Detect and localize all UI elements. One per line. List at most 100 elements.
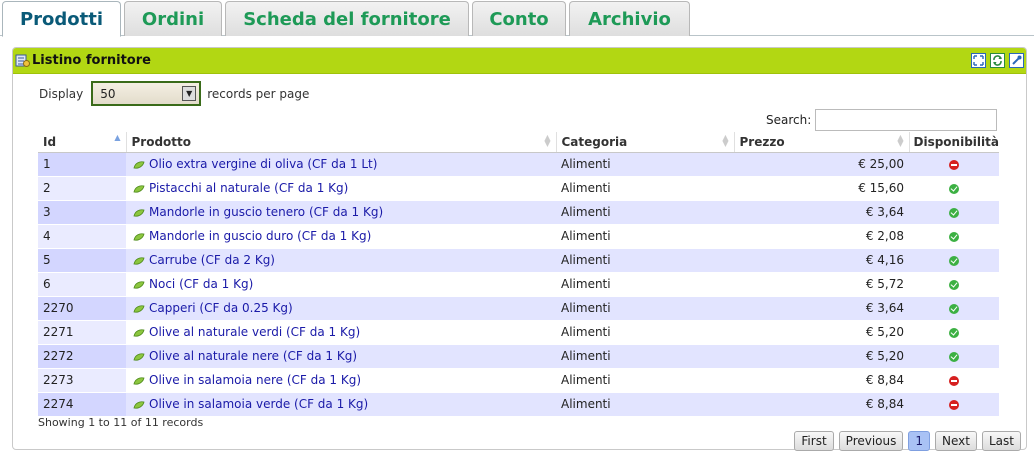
tab-scheda-fornitore[interactable]: Scheda del fornitore: [225, 1, 469, 36]
cell-price: € 4,16: [734, 248, 909, 273]
available-icon: [949, 279, 959, 290]
cell-product: Pistacchi al naturale (CF da 1 Kg): [126, 176, 556, 201]
cell-id: 6: [38, 272, 126, 297]
search-control: Search:: [766, 109, 998, 131]
cell-id: 2270: [38, 296, 126, 321]
product-link[interactable]: Olive al naturale nere (CF da 1 Kg): [149, 349, 357, 363]
column-header-disponibilita[interactable]: Disponibilità: [909, 132, 999, 153]
cell-category: Alimenti: [556, 344, 734, 369]
records-per-page-label: records per page: [207, 86, 310, 101]
cell-availability: [909, 392, 999, 417]
product-link[interactable]: Capperi (CF da 0.25 Kg): [149, 301, 293, 315]
available-icon: [949, 183, 959, 194]
display-label: Display: [39, 86, 84, 101]
cell-id: 4: [38, 224, 126, 249]
search-input[interactable]: [815, 109, 998, 131]
cell-id: 2272: [38, 344, 126, 369]
next-page-button[interactable]: Next: [935, 431, 977, 451]
search-label: Search:: [766, 113, 812, 127]
cell-price: € 8,84: [734, 392, 909, 417]
product-table: Id ▲ Prodotto ▲ ▼ Categoria ▲ ▼ Prezzo ▲ ▼ …: [38, 132, 999, 417]
product-link[interactable]: Carrube (CF da 2 Kg): [149, 253, 275, 267]
product-link[interactable]: Olive in salamoia verde (CF da 1 Kg): [149, 397, 368, 411]
available-icon: [949, 327, 959, 338]
cell-product: Mandorle in guscio tenero (CF da 1 Kg): [126, 200, 556, 225]
cell-availability: [909, 272, 999, 297]
tab-archivio[interactable]: Archivio: [569, 1, 690, 36]
table-row: 2273 Olive in salamoia nere (CF da 1 Kg) A…: [38, 368, 999, 393]
product-link[interactable]: Olio extra vergine di oliva (CF da 1 Lt): [149, 157, 377, 171]
tab-conto[interactable]: Conto: [472, 1, 566, 36]
product-tag-icon: [133, 304, 145, 313]
unavailable-icon: [949, 159, 959, 170]
product-link[interactable]: Pistacchi al naturale (CF da 1 Kg): [149, 181, 348, 195]
sort-icon: ▲ ▼: [722, 133, 729, 148]
cell-price: € 5,20: [734, 320, 909, 345]
cell-id: 2274: [38, 392, 126, 417]
last-page-button[interactable]: Last: [982, 431, 1021, 451]
records-per-page-select[interactable]: 50 ▼: [91, 81, 202, 106]
product-link[interactable]: Olive al naturale verdi (CF da 1 Kg): [149, 325, 360, 339]
settings-icon[interactable]: [1009, 53, 1024, 68]
list-icon: [15, 54, 30, 67]
cell-category: Alimenti: [556, 248, 734, 273]
available-icon: [949, 231, 959, 242]
cell-id: 3: [38, 200, 126, 225]
unavailable-icon: [949, 399, 959, 410]
cell-id: 2: [38, 176, 126, 201]
tab-ordini[interactable]: Ordini: [124, 1, 222, 36]
unavailable-icon: [949, 375, 959, 386]
page-button-current[interactable]: 1: [908, 431, 931, 451]
cell-product: Noci (CF da 1 Kg): [126, 272, 556, 297]
cell-price: € 8,84: [734, 368, 909, 393]
column-header-prodotto[interactable]: Prodotto ▲ ▼: [126, 132, 557, 153]
column-header-id[interactable]: Id ▲: [38, 132, 127, 153]
column-header-categoria[interactable]: Categoria ▲ ▼: [556, 132, 735, 153]
chevron-down-icon[interactable]: ▼: [182, 86, 197, 101]
table-row: 2274 Olive in salamoia verde (CF da 1 Kg)…: [38, 392, 999, 417]
cell-availability: [909, 200, 999, 225]
product-link[interactable]: Olive in salamoia nere (CF da 1 Kg): [149, 373, 361, 387]
cell-category: Alimenti: [556, 320, 734, 345]
product-tag-icon: [133, 232, 145, 241]
previous-page-button[interactable]: Previous: [838, 431, 904, 451]
product-tag-icon: [133, 352, 145, 361]
table-row: 2271 Olive al naturale verdi (CF da 1 Kg)…: [38, 320, 999, 345]
refresh-icon[interactable]: [990, 53, 1005, 68]
cell-category: Alimenti: [556, 368, 734, 393]
cell-id: 2273: [38, 368, 126, 393]
product-link[interactable]: Noci (CF da 1 Kg): [149, 277, 253, 291]
product-link[interactable]: Mandorle in guscio tenero (CF da 1 Kg): [149, 205, 383, 219]
available-icon: [949, 207, 959, 218]
first-page-button[interactable]: First: [794, 431, 834, 451]
cell-availability: [909, 320, 999, 345]
expand-icon[interactable]: [971, 53, 986, 68]
cell-category: Alimenti: [556, 152, 734, 177]
tab-prodotti[interactable]: Prodotti: [2, 1, 121, 37]
cell-product: Olio extra vergine di oliva (CF da 1 Lt): [126, 152, 556, 177]
product-tag-icon: [133, 400, 145, 409]
cell-product: Carrube (CF da 2 Kg): [126, 248, 556, 273]
cell-id: 1: [38, 152, 126, 177]
cell-price: € 5,72: [734, 272, 909, 297]
table-row: 2 Pistacchi al naturale (CF da 1 Kg) Alime…: [38, 176, 999, 201]
product-link[interactable]: Mandorle in guscio duro (CF da 1 Kg): [149, 229, 371, 243]
table-info: Showing 1 to 11 of 11 records: [38, 416, 204, 429]
cell-availability: [909, 224, 999, 249]
cell-availability: [909, 176, 999, 201]
available-icon: [949, 351, 959, 362]
cell-category: Alimenti: [556, 176, 734, 201]
product-tag-icon: [133, 208, 145, 217]
cell-category: Alimenti: [556, 392, 734, 417]
sort-asc-icon: ▲: [114, 133, 121, 142]
cell-availability: [909, 296, 999, 321]
table-row: 2270 Capperi (CF da 0.25 Kg) Alimenti € 3,6…: [38, 296, 999, 321]
cell-id: 2271: [38, 320, 126, 345]
cell-price: € 5,20: [734, 344, 909, 369]
cell-availability: [909, 344, 999, 369]
cell-price: € 3,64: [734, 200, 909, 225]
column-header-prezzo[interactable]: Prezzo ▲ ▼: [734, 132, 910, 153]
table-header-row: Id ▲ Prodotto ▲ ▼ Categoria ▲ ▼ Prezzo ▲ ▼ …: [38, 132, 999, 153]
cell-availability: [909, 248, 999, 273]
product-tag-icon: [133, 160, 145, 169]
